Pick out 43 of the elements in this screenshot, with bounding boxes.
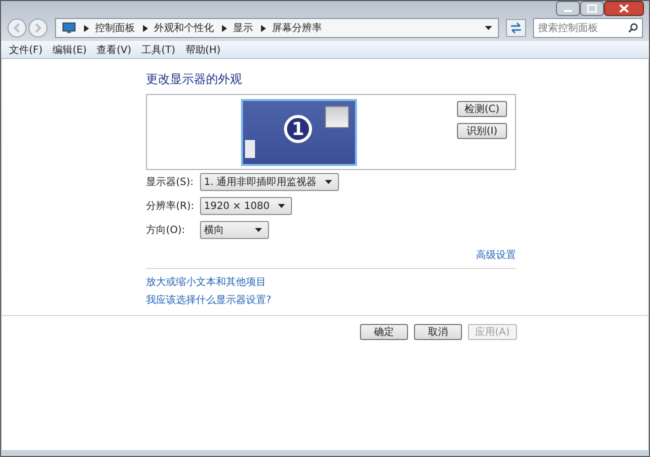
breadcrumb-item[interactable]: 控制面板: [95, 21, 135, 35]
menu-item[interactable]: 编辑(E): [52, 42, 87, 56]
breadcrumb-item[interactable]: 显示: [233, 21, 253, 35]
setting-label: 显示器(S):: [146, 176, 195, 189]
minimize-icon[interactable]: [556, 1, 580, 16]
dialog-button[interactable]: 取消: [414, 324, 462, 340]
monitor-icon: [62, 22, 76, 34]
search-icon[interactable]: [628, 23, 638, 33]
setting-dropdown[interactable]: 1920 × 1080: [200, 197, 292, 215]
preview-button[interactable]: 检测(C): [457, 101, 507, 117]
chevron-icon[interactable]: [261, 24, 266, 32]
menu-item[interactable]: 文件(F): [9, 42, 43, 56]
breadcrumb-item[interactable]: 屏幕分辨率: [272, 21, 322, 35]
setting-label: 分辨率(R):: [146, 200, 196, 213]
breadcrumb-item[interactable]: 外观和个性化: [154, 21, 214, 35]
address-bar[interactable]: 控制面板 外观和个性化 显示 屏幕分辨率: [55, 18, 499, 38]
caret-icon: [278, 204, 285, 208]
page-heading: 更改显示器的外观: [146, 71, 243, 88]
chevron-icon[interactable]: [222, 24, 227, 32]
sidebar-thumbnail-icon: [245, 140, 255, 158]
chevron-icon[interactable]: [143, 24, 148, 32]
menu-item[interactable]: 帮助(H): [185, 42, 221, 56]
setting-dropdown[interactable]: 1. 通用非即插即用监视器: [200, 173, 339, 191]
search-field[interactable]: 搜索控制面板: [533, 18, 643, 38]
dialog-button[interactable]: 确定: [360, 324, 408, 340]
caret-icon: [324, 180, 332, 184]
menu-item[interactable]: 工具(T): [141, 42, 176, 56]
help-link[interactable]: 放大或缩小文本和其他项目: [146, 275, 266, 289]
dropdown-arrow-icon[interactable]: [485, 26, 492, 30]
monitor-number: 1: [284, 115, 312, 143]
setting-label: 方向(O):: [146, 224, 186, 237]
advanced-settings-link[interactable]: 高级设置: [476, 248, 516, 262]
monitor-thumbnail[interactable]: 1: [241, 99, 357, 166]
refresh-icon[interactable]: [506, 19, 526, 37]
preview-button[interactable]: 识别(I): [457, 123, 507, 139]
maximize-icon[interactable]: [580, 1, 604, 16]
window-thumbnail-icon: [325, 106, 349, 128]
menu-item[interactable]: 查看(V): [96, 42, 132, 56]
help-link[interactable]: 我应该选择什么显示器设置?: [146, 293, 272, 307]
close-icon[interactable]: [604, 1, 644, 16]
chevron-icon[interactable]: [84, 24, 89, 32]
caret-icon: [255, 228, 262, 232]
setting-dropdown[interactable]: 横向: [200, 221, 269, 239]
